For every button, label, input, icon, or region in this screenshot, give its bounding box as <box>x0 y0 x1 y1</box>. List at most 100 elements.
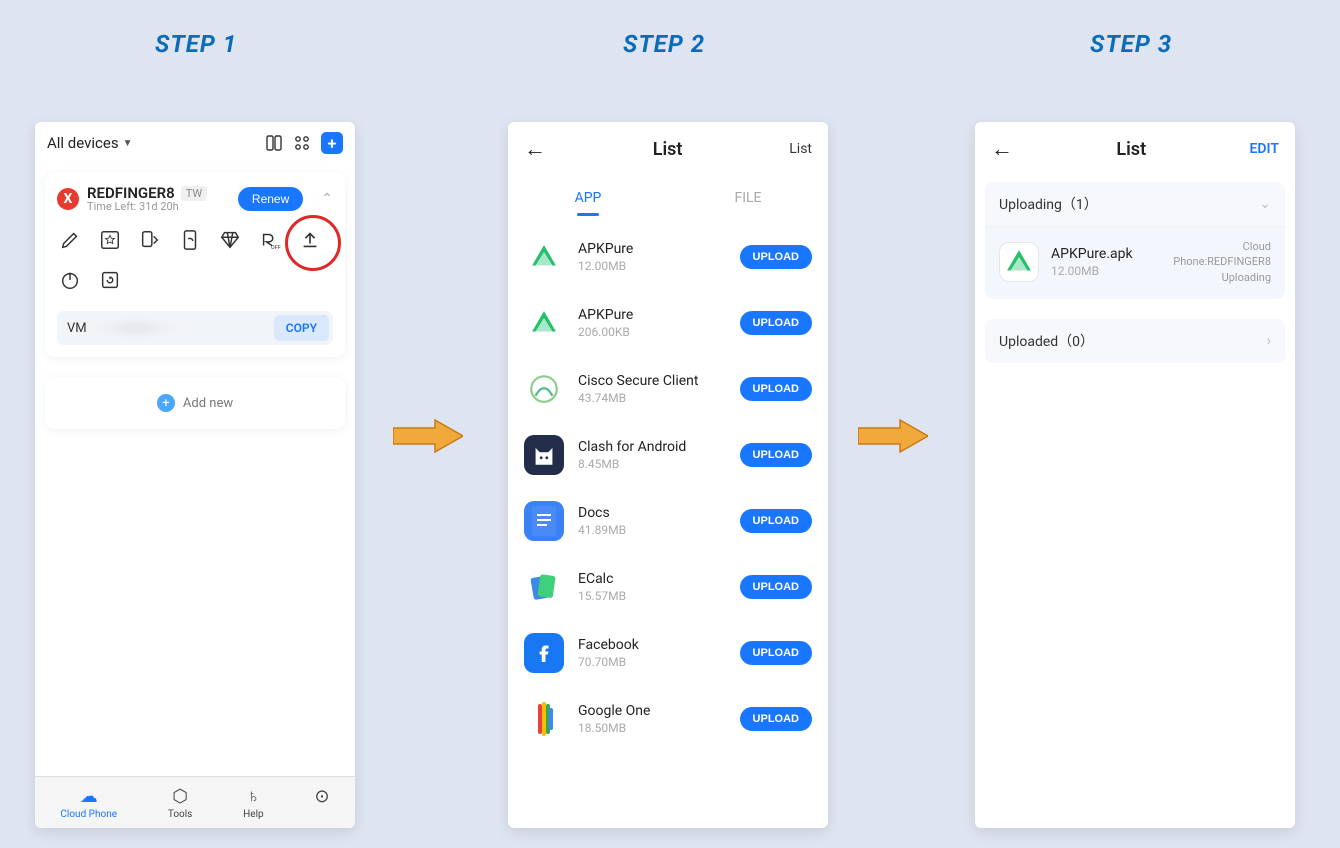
upload-item-name: APKPure.apk <box>1051 246 1133 262</box>
app-size: 15.57MB <box>578 589 726 603</box>
power-icon[interactable] <box>59 269 81 291</box>
page-title: List <box>653 139 683 160</box>
upload-target: Cloud Phone:REDFINGER8 <box>1145 239 1271 270</box>
tab-app[interactable]: APP <box>508 178 668 216</box>
app-size: 70.70MB <box>578 655 726 669</box>
app-size: 206.00KB <box>578 325 726 339</box>
app-icon <box>524 303 564 343</box>
vm-id-row: VM COPY <box>57 311 333 345</box>
uploaded-label: Uploaded（0） <box>999 331 1094 351</box>
grid-icon[interactable] <box>293 134 311 152</box>
step3-phone: ← List EDIT Uploading（1） ⌄ APKPure.apk 1… <box>975 122 1295 828</box>
upload-button[interactable]: UPLOAD <box>740 641 812 665</box>
restore-icon[interactable] <box>99 269 121 291</box>
nav-help[interactable]: ♄ Help <box>243 786 263 820</box>
add-button[interactable]: + <box>321 132 343 154</box>
upload-icon[interactable] <box>299 229 321 251</box>
renew-button[interactable]: Renew <box>238 187 303 211</box>
app-icon <box>524 699 564 739</box>
app-icon <box>524 369 564 409</box>
app-size: 12.00MB <box>578 259 726 273</box>
tab-file[interactable]: FILE <box>668 178 828 216</box>
add-new-label: Add new <box>183 396 233 411</box>
app-icon <box>524 501 564 541</box>
upload-button[interactable]: UPLOAD <box>740 707 812 731</box>
devices-dropdown-label: All devices <box>47 134 119 152</box>
step-1-label: STEP 1 <box>155 30 237 58</box>
app-icon <box>524 237 564 277</box>
upload-button[interactable]: UPLOAD <box>740 245 812 269</box>
step-2-label: STEP 2 <box>623 30 705 58</box>
app-row[interactable]: APKPure 12.00MB UPLOAD <box>520 224 816 290</box>
edit-button[interactable]: EDIT <box>1250 141 1279 157</box>
app-icon <box>524 633 564 673</box>
time-left: Time Left: 31d 20h <box>87 200 207 213</box>
app-name: ECalc <box>578 571 726 587</box>
app-row[interactable]: Clash for Android 8.45MB UPLOAD <box>520 422 816 488</box>
add-new-card[interactable]: + Add new <box>45 377 345 429</box>
uploading-header[interactable]: Uploading（1） ⌄ <box>985 182 1285 226</box>
upload-button[interactable]: UPLOAD <box>740 377 812 401</box>
app-size: 43.74MB <box>578 391 726 405</box>
app-row[interactable]: APKPure 206.00KB UPLOAD <box>520 290 816 356</box>
chevron-up-icon[interactable]: ⌃ <box>321 191 333 207</box>
devices-dropdown[interactable]: All devices ▼ <box>47 134 133 152</box>
upload-button[interactable]: UPLOAD <box>740 311 812 335</box>
vm-id-blurred <box>91 321 181 335</box>
bottom-nav: ☁ Cloud Phone ⬡ Tools ♄ Help ⊙ <box>35 776 355 828</box>
region-badge: TW <box>181 186 207 201</box>
arrow-icon <box>393 418 463 454</box>
more-icon: ⊙ <box>314 786 329 807</box>
uploaded-header[interactable]: Uploaded（0） › <box>985 319 1285 363</box>
diamond-icon[interactable] <box>219 229 241 251</box>
plus-circle-icon: + <box>157 394 175 412</box>
tools-icon: ⬡ <box>172 786 188 807</box>
app-row[interactable]: Cisco Secure Client 43.74MB UPLOAD <box>520 356 816 422</box>
nav-cloud-phone[interactable]: ☁ Cloud Phone <box>60 786 117 820</box>
app-row[interactable]: Facebook 70.70MB UPLOAD <box>520 620 816 686</box>
layout-toggle-icon[interactable] <box>265 134 283 152</box>
cloud-phone-icon: ☁ <box>80 786 98 807</box>
app-row[interactable]: Google One 18.50MB UPLOAD <box>520 686 816 752</box>
nav-cloud-label: Cloud Phone <box>60 809 117 820</box>
swap-icon[interactable] <box>139 229 161 251</box>
caret-down-icon: ▼ <box>123 138 133 149</box>
nav-help-label: Help <box>243 809 263 820</box>
upload-item-size: 12.00MB <box>1051 264 1133 278</box>
phone-refresh-icon[interactable] <box>179 229 201 251</box>
edit-icon[interactable] <box>59 229 81 251</box>
upload-button[interactable]: UPLOAD <box>740 443 812 467</box>
app-list: APKPure 12.00MB UPLOAD APKPure 206.00KB … <box>508 216 828 828</box>
copy-button[interactable]: COPY <box>274 315 329 341</box>
back-button[interactable]: ← <box>524 136 546 162</box>
app-row[interactable]: ECalc 15.57MB UPLOAD <box>520 554 816 620</box>
back-button[interactable]: ← <box>991 136 1013 162</box>
step1-phone: All devices ▼ + X REDFINGER8 TW Time Lef… <box>35 122 355 828</box>
svg-text:OFF: OFF <box>271 245 281 251</box>
nav-tools[interactable]: ⬡ Tools <box>168 786 192 820</box>
app-size: 8.45MB <box>578 457 726 471</box>
nav-more[interactable]: ⊙ <box>314 786 329 820</box>
upload-status: Uploading <box>1145 270 1271 285</box>
device-card: X REDFINGER8 TW Time Left: 31d 20h Renew… <box>45 172 345 357</box>
app-name: Clash for Android <box>578 439 726 455</box>
apkpure-icon <box>999 242 1039 282</box>
upload-button[interactable]: UPLOAD <box>740 509 812 533</box>
list-link[interactable]: List <box>789 141 812 157</box>
arrow-icon <box>858 418 928 454</box>
chevron-down-icon: ⌄ <box>1259 196 1271 212</box>
uploading-section: Uploading（1） ⌄ APKPure.apk 12.00MB Cloud… <box>985 182 1285 299</box>
device-status-icon: X <box>57 188 79 210</box>
upload-button[interactable]: UPLOAD <box>740 575 812 599</box>
app-name: APKPure <box>578 241 726 257</box>
app-row[interactable]: Docs 41.89MB UPLOAD <box>520 488 816 554</box>
chevron-right-icon: › <box>1267 333 1271 349</box>
app-name: Google One <box>578 703 726 719</box>
app-icon <box>524 567 564 607</box>
uploading-item[interactable]: APKPure.apk 12.00MB Cloud Phone:REDFINGE… <box>985 226 1285 299</box>
star-box-icon[interactable] <box>99 229 121 251</box>
uploading-label: Uploading（1） <box>999 194 1098 214</box>
app-name: Docs <box>578 505 726 521</box>
nav-tools-label: Tools <box>168 809 192 820</box>
root-off-icon[interactable]: OFF <box>259 229 281 251</box>
